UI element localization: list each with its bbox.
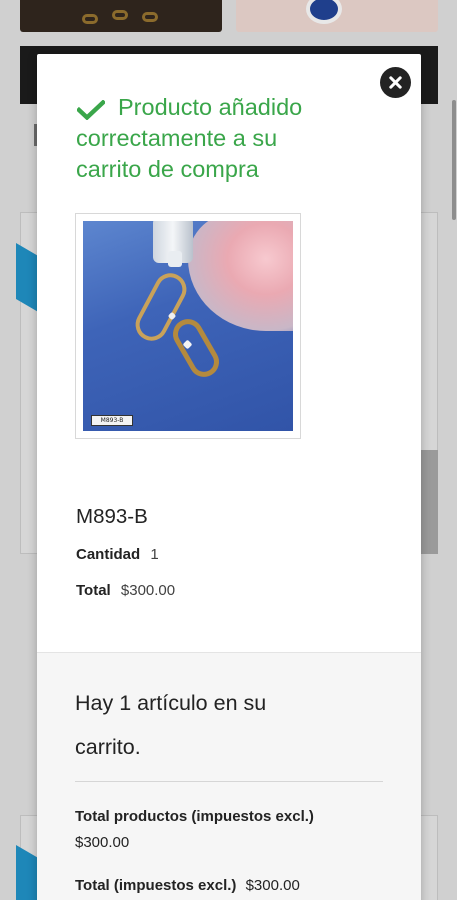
cart-total: Total (impuestos excl.) $300.00 (75, 873, 300, 899)
page-scrollbar[interactable] (452, 100, 456, 220)
cart-summary: Hay 1 artículo en su carrito. Total prod… (37, 652, 421, 900)
product-image: M893-B (75, 213, 301, 439)
quantity-label: Cantidad (76, 546, 141, 563)
products-total: Total productos (impuestos excl.) $300.0… (75, 804, 314, 856)
background-image-fragment (421, 450, 438, 554)
summary-divider (75, 781, 383, 782)
quantity-value: 1 (150, 546, 159, 563)
product-name: M893-B (76, 505, 148, 528)
product-quantity: Cantidad 1 (76, 546, 159, 563)
background-product-thumbnail (20, 0, 222, 32)
products-total-label: Total productos (impuestos excl.) (75, 808, 314, 825)
product-image-sku-tag: M893-B (91, 415, 133, 426)
product-total: Total $300.00 (76, 582, 175, 599)
close-button[interactable] (380, 67, 411, 98)
confirmation-message-line: correctamente a su (76, 125, 278, 151)
product-total-label: Total (76, 582, 111, 599)
confirmation-message: Producto añadido correctamente a su carr… (76, 92, 376, 185)
cart-total-label: Total (impuestos excl.) (75, 877, 237, 894)
product-photo: M893-B (83, 221, 293, 431)
cart-total-value: $300.00 (245, 877, 300, 894)
cart-count-text: Hay 1 artículo en su carrito. (75, 691, 267, 759)
confirmation-message-line: Producto añadido (118, 94, 303, 120)
add-to-cart-modal: Producto añadido correctamente a su carr… (37, 54, 421, 900)
background-product-thumbnail (236, 0, 438, 32)
close-icon (389, 76, 402, 89)
products-total-value: $300.00 (75, 834, 130, 851)
confirmation-message-line: carrito de compra (76, 156, 259, 182)
product-total-value: $300.00 (120, 582, 176, 599)
